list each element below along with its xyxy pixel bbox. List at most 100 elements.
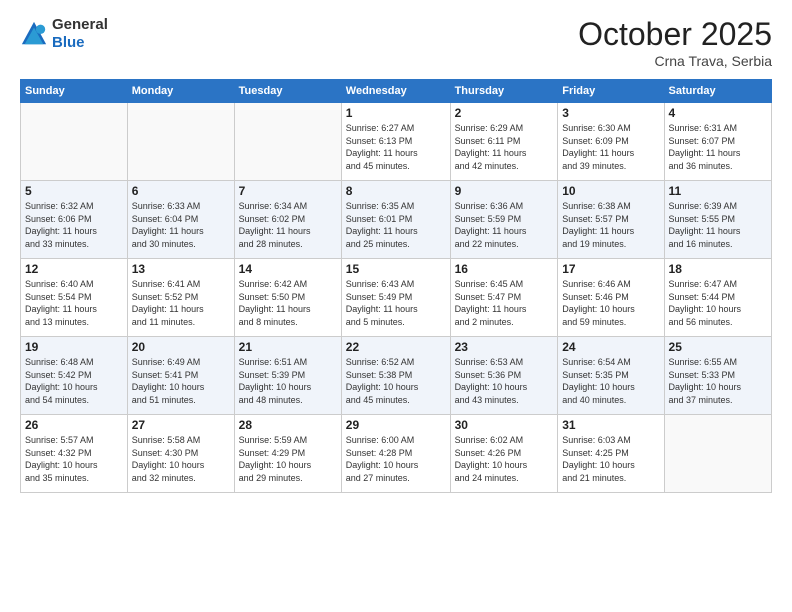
day-info: Sunrise: 6:03 AM Sunset: 4:25 PM Dayligh… [562,434,659,484]
day-number: 10 [562,184,659,198]
logo-blue: Blue [52,34,85,51]
day-info: Sunrise: 5:57 AM Sunset: 4:32 PM Dayligh… [25,434,123,484]
day-number: 17 [562,262,659,276]
col-monday: Monday [127,80,234,103]
col-sunday: Sunday [21,80,128,103]
day-info: Sunrise: 6:45 AM Sunset: 5:47 PM Dayligh… [455,278,554,328]
table-row: 17 Sunrise: 6:46 AM Sunset: 5:46 PM Dayli… [558,259,664,337]
day-number: 12 [25,262,123,276]
day-info: Sunrise: 6:49 AM Sunset: 5:41 PM Dayligh… [132,356,230,406]
day-info: Sunrise: 6:48 AM Sunset: 5:42 PM Dayligh… [25,356,123,406]
col-saturday: Saturday [664,80,771,103]
table-row: 24 Sunrise: 6:54 AM Sunset: 5:35 PM Dayli… [558,337,664,415]
day-info: Sunrise: 6:42 AM Sunset: 5:50 PM Dayligh… [239,278,337,328]
day-number: 9 [455,184,554,198]
table-row: 25 Sunrise: 6:55 AM Sunset: 5:33 PM Dayli… [664,337,771,415]
day-number: 16 [455,262,554,276]
table-row: 13Sunrise: 6:41 AM Sunset: 5:52 PM Dayli… [127,259,234,337]
day-number: 27 [132,418,230,432]
day-number: 25 [669,340,767,354]
day-info: Sunrise: 6:35 AM Sunset: 6:01 PM Dayligh… [346,200,446,250]
col-friday: Friday [558,80,664,103]
day-number: 28 [239,418,337,432]
day-info: Sunrise: 6:00 AM Sunset: 4:28 PM Dayligh… [346,434,446,484]
table-row: 2 Sunrise: 6:29 AM Sunset: 6:11 PM Daylig… [450,103,558,181]
table-row: 22 Sunrise: 6:52 AM Sunset: 5:38 PM Dayli… [341,337,450,415]
table-row: 20 Sunrise: 6:49 AM Sunset: 5:41 PM Dayli… [127,337,234,415]
table-row: 1 Sunrise: 6:27 AM Sunset: 6:13 PM Daylig… [341,103,450,181]
day-info: Sunrise: 6:53 AM Sunset: 5:36 PM Dayligh… [455,356,554,406]
calendar-week-row: 26 Sunrise: 5:57 AM Sunset: 4:32 PM Dayli… [21,415,772,493]
day-number: 20 [132,340,230,354]
calendar-week-row: 1 Sunrise: 6:27 AM Sunset: 6:13 PM Daylig… [21,103,772,181]
table-row: 28 Sunrise: 5:59 AM Sunset: 4:29 PM Dayli… [234,415,341,493]
day-info: Sunrise: 5:59 AM Sunset: 4:29 PM Dayligh… [239,434,337,484]
day-number: 15 [346,262,446,276]
table-row: 7Sunrise: 6:34 AM Sunset: 6:02 PM Daylig… [234,181,341,259]
day-number: 1 [346,106,446,120]
day-number: 3 [562,106,659,120]
day-number: 5 [25,184,123,198]
day-info: Sunrise: 6:55 AM Sunset: 5:33 PM Dayligh… [669,356,767,406]
day-number: 14 [239,262,337,276]
calendar-week-row: 19 Sunrise: 6:48 AM Sunset: 5:42 PM Dayli… [21,337,772,415]
day-number: 2 [455,106,554,120]
month-title: October 2025 [578,16,772,53]
day-info: Sunrise: 5:58 AM Sunset: 4:30 PM Dayligh… [132,434,230,484]
table-row: 31Sunrise: 6:03 AM Sunset: 4:25 PM Dayli… [558,415,664,493]
col-wednesday: Wednesday [341,80,450,103]
day-info: Sunrise: 6:54 AM Sunset: 5:35 PM Dayligh… [562,356,659,406]
day-number: 26 [25,418,123,432]
day-number: 4 [669,106,767,120]
title-block: October 2025 Crna Trava, Serbia [578,16,772,69]
table-row: 19 Sunrise: 6:48 AM Sunset: 5:42 PM Dayli… [21,337,128,415]
page-header: GeneralBlue October 2025 Crna Trava, Ser… [20,16,772,69]
day-number: 8 [346,184,446,198]
location-subtitle: Crna Trava, Serbia [578,53,772,69]
day-info: Sunrise: 6:31 AM Sunset: 6:07 PM Dayligh… [669,122,767,172]
day-number: 18 [669,262,767,276]
day-number: 30 [455,418,554,432]
day-info: Sunrise: 6:43 AM Sunset: 5:49 PM Dayligh… [346,278,446,328]
table-row: 29Sunrise: 6:00 AM Sunset: 4:28 PM Dayli… [341,415,450,493]
table-row [21,103,128,181]
table-row: 5 Sunrise: 6:32 AM Sunset: 6:06 PM Daylig… [21,181,128,259]
day-info: Sunrise: 6:29 AM Sunset: 6:11 PM Dayligh… [455,122,554,172]
table-row: 21Sunrise: 6:51 AM Sunset: 5:39 PM Dayli… [234,337,341,415]
table-row: 26 Sunrise: 5:57 AM Sunset: 4:32 PM Dayli… [21,415,128,493]
col-tuesday: Tuesday [234,80,341,103]
table-row: 3 Sunrise: 6:30 AM Sunset: 6:09 PM Daylig… [558,103,664,181]
day-number: 6 [132,184,230,198]
table-row [234,103,341,181]
day-info: Sunrise: 6:27 AM Sunset: 6:13 PM Dayligh… [346,122,446,172]
day-info: Sunrise: 6:36 AM Sunset: 5:59 PM Dayligh… [455,200,554,250]
day-info: Sunrise: 6:39 AM Sunset: 5:55 PM Dayligh… [669,200,767,250]
calendar-week-row: 5 Sunrise: 6:32 AM Sunset: 6:06 PM Daylig… [21,181,772,259]
calendar-table: Sunday Monday Tuesday Wednesday Thursday… [20,79,772,493]
table-row: 10Sunrise: 6:38 AM Sunset: 5:57 PM Dayli… [558,181,664,259]
day-info: Sunrise: 6:41 AM Sunset: 5:52 PM Dayligh… [132,278,230,328]
col-thursday: Thursday [450,80,558,103]
day-info: Sunrise: 6:30 AM Sunset: 6:09 PM Dayligh… [562,122,659,172]
day-number: 22 [346,340,446,354]
day-number: 24 [562,340,659,354]
day-info: Sunrise: 6:32 AM Sunset: 6:06 PM Dayligh… [25,200,123,250]
table-row: 4 Sunrise: 6:31 AM Sunset: 6:07 PM Daylig… [664,103,771,181]
table-row: 11Sunrise: 6:39 AM Sunset: 5:55 PM Dayli… [664,181,771,259]
logo-general: General [52,16,108,33]
table-row: 12Sunrise: 6:40 AM Sunset: 5:54 PM Dayli… [21,259,128,337]
table-row: 15 Sunrise: 6:43 AM Sunset: 5:49 PM Dayli… [341,259,450,337]
calendar-header-row: Sunday Monday Tuesday Wednesday Thursday… [21,80,772,103]
day-info: Sunrise: 6:47 AM Sunset: 5:44 PM Dayligh… [669,278,767,328]
logo: GeneralBlue [20,16,108,52]
day-info: Sunrise: 6:46 AM Sunset: 5:46 PM Dayligh… [562,278,659,328]
day-number: 23 [455,340,554,354]
day-info: Sunrise: 6:52 AM Sunset: 5:38 PM Dayligh… [346,356,446,406]
day-info: Sunrise: 6:51 AM Sunset: 5:39 PM Dayligh… [239,356,337,406]
day-info: Sunrise: 6:02 AM Sunset: 4:26 PM Dayligh… [455,434,554,484]
table-row: 14 Sunrise: 6:42 AM Sunset: 5:50 PM Dayli… [234,259,341,337]
table-row: 6Sunrise: 6:33 AM Sunset: 6:04 PM Daylig… [127,181,234,259]
table-row: 23 Sunrise: 6:53 AM Sunset: 5:36 PM Dayli… [450,337,558,415]
table-row: 27 Sunrise: 5:58 AM Sunset: 4:30 PM Dayli… [127,415,234,493]
day-number: 19 [25,340,123,354]
